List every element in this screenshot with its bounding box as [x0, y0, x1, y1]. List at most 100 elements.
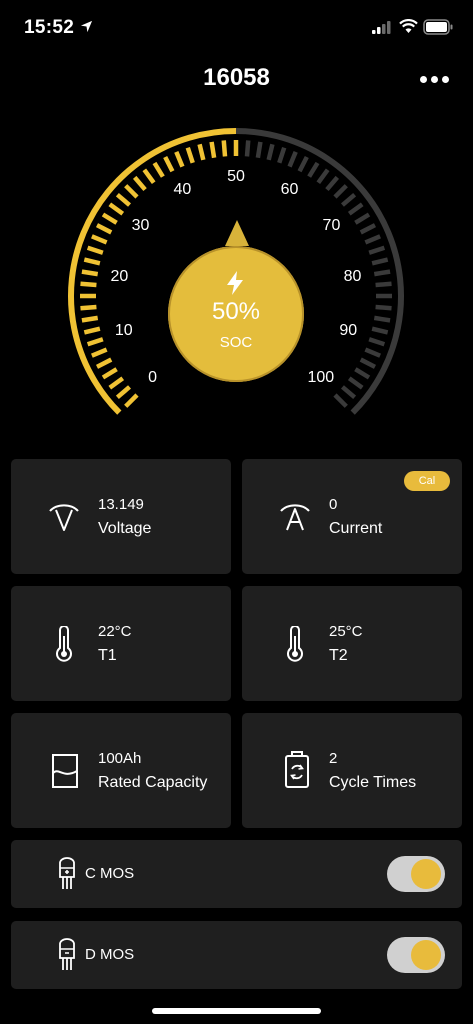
gauge-tick [244, 140, 251, 157]
gauge-tick-label: 90 [339, 322, 358, 340]
gauge-tick [287, 151, 298, 168]
calibrate-button[interactable]: Cal [404, 471, 450, 491]
gauge-tick [81, 315, 99, 323]
d-mos-label: D MOS [85, 946, 135, 963]
soc-value: 50% [211, 298, 261, 325]
cycle-times-card: 2 Cycle Times [242, 713, 462, 828]
soc-label: SOC [219, 334, 253, 351]
rated-capacity-label: Rated Capacity [98, 774, 208, 791]
toggle-knob [411, 859, 441, 889]
toggle-knob [411, 940, 441, 970]
more-horizontal-icon [442, 76, 449, 83]
t2-value: 25°C [329, 623, 363, 640]
gauge-tick [333, 184, 348, 199]
gauge-tick-label: 40 [173, 180, 192, 198]
gauge-tick [255, 141, 263, 159]
cycle-times-label: Cycle Times [329, 774, 417, 791]
cycle-times-value: 2 [329, 750, 338, 767]
gauge-tick [297, 155, 309, 173]
gauge-tick [375, 281, 392, 288]
gauge-tick [86, 245, 104, 255]
thermometer-icon [287, 626, 303, 662]
gauge-tick-label: 10 [114, 322, 133, 340]
gauge-tick [371, 326, 389, 335]
gauge-tick [174, 151, 185, 168]
gauge-tick [80, 304, 97, 311]
gauge-tick [359, 357, 377, 369]
cellular-signal-icon [372, 21, 391, 34]
gauge-tick [368, 245, 386, 255]
gauge-tick [101, 367, 118, 380]
gauge-tick [347, 376, 364, 390]
gauge-tick [347, 202, 364, 216]
gauge-tick-label: 20 [110, 267, 129, 285]
gauge-tick [375, 304, 392, 311]
gauge-tick [81, 269, 99, 277]
gauge-tick [115, 192, 132, 207]
gauge-tick [373, 315, 391, 323]
gauge-tick [132, 175, 147, 192]
rated-capacity-card: 100Ah Rated Capacity [11, 713, 231, 828]
current-card: Cal 0 Current [242, 459, 462, 574]
gauge-tick [354, 212, 371, 225]
gauge-tick [163, 155, 175, 173]
gauge-tick [83, 257, 101, 266]
more-options-button[interactable] [414, 68, 454, 92]
voltage-value: 13.149 [98, 496, 144, 513]
gauge-tick [91, 234, 108, 245]
gauge-tick [124, 393, 139, 408]
gauge-tick-label: 50 [227, 168, 245, 185]
status-time: 15:52 [24, 17, 75, 38]
home-indicator[interactable] [152, 1008, 321, 1014]
wifi-icon [399, 19, 418, 33]
gauge-tick [340, 385, 357, 400]
c-mos-toggle[interactable] [387, 856, 445, 892]
gauge-tick [124, 184, 139, 199]
gauge-tick [108, 202, 125, 216]
mosfet-icon [59, 857, 75, 889]
gauge-tick [368, 337, 386, 347]
gauge-tick [209, 141, 217, 159]
status-bar: 15:52 [0, 0, 473, 56]
voltage-label: Voltage [98, 520, 152, 537]
gauge-tick [101, 212, 118, 225]
gauge-tick [91, 347, 108, 358]
lightning-bolt-icon [227, 271, 243, 295]
gauge-tick [364, 234, 381, 245]
gauge-tick [95, 223, 113, 235]
gauge-tick [108, 376, 125, 390]
gauge-tick-label: 60 [280, 180, 299, 198]
battery-icon [423, 19, 453, 35]
gauge-tick [316, 168, 330, 185]
soc-indicator: 50% SOC [168, 246, 304, 382]
gauge-tick [221, 140, 228, 157]
gauge-tick [142, 168, 156, 185]
d-mos-row: D MOS [11, 921, 462, 989]
t1-card: 22°C T1 [11, 586, 231, 701]
more-horizontal-icon [420, 76, 427, 83]
page-title: 16058 [203, 64, 270, 91]
thermometer-icon [56, 626, 72, 662]
d-mos-toggle[interactable] [387, 937, 445, 973]
gauge-tick [277, 146, 287, 164]
gauge-tick-label: 30 [131, 216, 150, 234]
current-icon [280, 504, 310, 531]
battery-cycle-icon [285, 751, 309, 788]
gauge-tick-label: 100 [307, 369, 335, 387]
c-mos-label: C MOS [85, 865, 135, 882]
gauge-tick [373, 269, 391, 277]
t1-value: 22°C [98, 623, 132, 640]
gauge-tick [152, 161, 165, 178]
voltage-icon [49, 504, 79, 531]
gauge-tick [95, 357, 113, 369]
gauge-tick [266, 143, 275, 161]
gauge-tick [83, 326, 101, 335]
t2-label: T2 [329, 647, 348, 664]
gauge-tick [197, 143, 206, 161]
gauge-tick [80, 281, 97, 288]
current-value: 0 [329, 496, 338, 513]
current-label: Current [329, 520, 383, 537]
location-arrow-icon [80, 20, 93, 33]
gauge-tick [86, 337, 104, 347]
gauge-tick-label: 80 [343, 267, 362, 285]
